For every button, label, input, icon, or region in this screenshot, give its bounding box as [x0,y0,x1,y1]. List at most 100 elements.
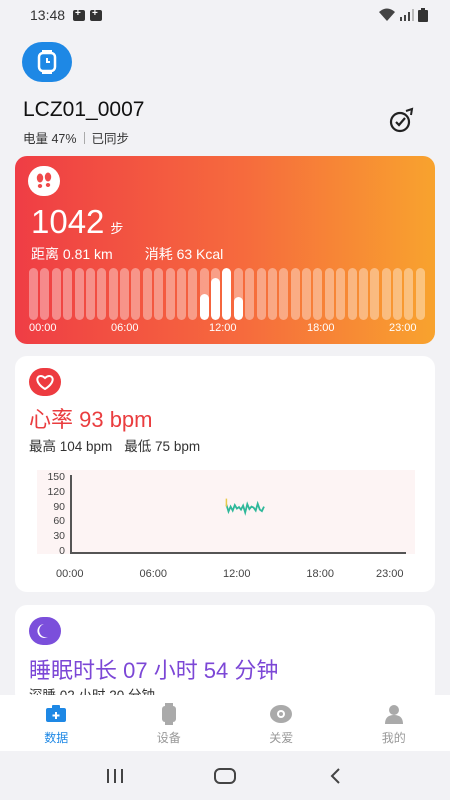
heart-rate-card[interactable]: 心率 93 bpm 最高 104 bpm 最低 75 bpm 150 120 90 6… [15,356,435,592]
hourly-step-bar [40,268,50,320]
home-icon [214,767,236,784]
device-status: 电量 47% 已同步 [23,128,129,147]
hourly-step-bar [74,268,84,320]
sync-button[interactable] [386,106,416,134]
hourly-step-bar [279,268,289,320]
home-button[interactable] [205,761,245,791]
care-icon [269,703,293,725]
heart-rate-x-label: 23:00 [376,568,404,580]
hourly-step-bar [290,268,300,320]
watch-icon [37,50,57,74]
data-icon [44,703,68,725]
device-avatar[interactable] [22,42,72,82]
hourly-step-bar [245,268,255,320]
hourly-step-fill [211,278,220,320]
tab-profile[interactable]: 我的 [338,695,450,751]
steps-stats: 距离 0.81 km 消耗 63 Kcal [31,244,223,264]
hourly-step-bar [415,268,425,320]
wifi-icon [379,8,395,21]
hourly-step-bar [313,268,323,320]
recents-button[interactable] [95,761,135,791]
steps-time-label: 00:00 [29,322,57,334]
hourly-step-bar [211,268,220,320]
watch-icon [157,703,181,725]
tab-data[interactable]: 数据 [0,695,113,751]
steps-time-label: 12:00 [209,322,237,334]
footprints-icon [28,166,60,196]
distance-text: 距离 0.81 km [31,246,113,262]
heart-rate-x-label: 06:00 [139,568,167,580]
steps-count: 1042 [31,203,105,240]
hourly-step-bar [347,268,357,320]
hourly-step-bar [324,268,334,320]
battery-level: 电量 47% [23,132,77,146]
notification-icon [90,8,103,21]
hourly-step-bar [165,268,175,320]
steps-card[interactable]: 1042 步 距离 0.81 km 消耗 63 Kcal 00:00 06:00 12… [15,156,435,344]
heart-rate-plot [225,498,265,516]
hourly-step-fill [222,268,232,320]
bottom-tab-bar: 数据 设备 关爱 我的 [0,695,450,751]
hourly-step-bar [154,268,164,320]
hourly-step-bar [85,268,95,320]
tab-care[interactable]: 关爱 [225,695,338,751]
steps-unit: 步 [110,221,124,236]
steps-time-label: 18:00 [307,322,335,334]
divider [83,131,85,144]
heart-rate-line [225,500,265,516]
heart-rate-x-label: 12:00 [222,568,251,580]
tab-label: 设备 [156,731,181,745]
sleep-card[interactable]: z 睡眠时长 07 小时 54 分钟 深睡 02 小时 20 分钟 [15,605,435,705]
hourly-steps-bars [29,268,425,320]
moon-icon: z [29,617,61,645]
profile-icon [382,703,406,725]
sleep-title: 睡眠时长 07 小时 54 分钟 [29,658,279,683]
tab-device[interactable]: 设备 [113,695,226,751]
status-time: 13:48 [30,7,66,23]
signal-icon [400,9,414,21]
back-button[interactable] [315,761,355,791]
hourly-step-bar [131,268,141,320]
svg-text:z: z [47,626,50,632]
hourly-step-fill [199,294,209,320]
steps-value: 1042 步 [31,202,123,249]
hourly-step-bar [404,268,414,320]
calories-text: 消耗 63 Kcal [144,246,224,262]
steps-time-axis: 00:00 06:00 12:00 18:00 23:00 [29,322,421,336]
hourly-step-bar [51,268,61,320]
hourly-step-bar [199,268,209,320]
recents-icon [107,768,123,783]
steps-time-label: 06:00 [111,322,139,334]
battery-icon [418,8,428,22]
hourly-step-bar [267,268,277,320]
hourly-step-bar [108,268,118,320]
hourly-step-bar [336,268,346,320]
hourly-step-bar [176,268,186,320]
hourly-step-bar [370,268,380,320]
hourly-step-bar [233,268,243,320]
heart-rate-x-labels: 00:00 06:00 12:00 18:00 23:00 [39,568,411,582]
sync-check-icon [389,107,414,133]
heart-rate-x-label: 18:00 [306,568,334,580]
hourly-step-bar [302,268,311,320]
hourly-step-bar [29,268,38,320]
sync-status: 已同步 [91,132,130,146]
tab-label: 关爱 [269,731,294,745]
hourly-step-fill [233,296,243,320]
hourly-step-bar [97,268,107,320]
steps-time-label: 23:00 [389,322,417,334]
back-icon [330,767,340,784]
heart-rate-x-label: 00:00 [56,568,84,580]
notification-icon [73,8,86,21]
tab-label: 我的 [381,731,406,745]
device-name: LCZ01_0007 [23,98,145,121]
hourly-step-bar [256,268,266,320]
hourly-step-bar [63,268,73,320]
status-bar: 13:48 [0,0,450,30]
hourly-step-bar [188,268,198,320]
hourly-step-bar [222,268,232,320]
tab-label: 数据 [44,731,69,745]
hourly-step-bar [358,268,368,320]
hourly-step-bar [142,268,152,320]
system-nav-bar [0,751,450,800]
